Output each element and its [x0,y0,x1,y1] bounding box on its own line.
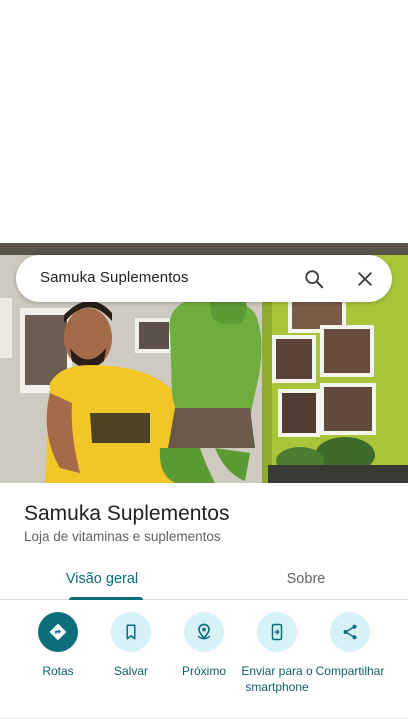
place-category: Loja de vitaminas e suplementos [24,529,221,544]
send-to-phone-label: Enviar para o smartphone [241,664,313,694]
nearby-button[interactable]: Próximo [164,612,244,679]
tab-overview[interactable]: Visão geral [0,558,204,600]
save-label: Salvar [113,664,148,678]
close-icon[interactable] [351,265,379,293]
nearby-icon [184,612,224,652]
directions-label: Rotas [42,664,74,678]
share-button[interactable]: Compartilhar [310,612,390,679]
share-label: Compartilhar [315,664,385,678]
search-icon[interactable] [300,265,328,293]
active-tab-indicator [69,597,143,600]
search-input[interactable]: Samuka Suplementos [40,269,189,286]
divider [0,718,408,719]
directions-icon [38,612,78,652]
send-to-phone-icon [257,612,297,652]
bookmark-icon [111,612,151,652]
tab-about[interactable]: Sobre [204,558,408,600]
share-icon [330,612,370,652]
action-bar: Rotas Salvar Próximo Enviar para o smart… [0,612,408,712]
nearby-label: Próximo [181,664,226,678]
search-bar[interactable]: Samuka Suplementos [16,255,392,302]
save-button[interactable]: Salvar [91,612,171,679]
send-to-phone-button[interactable]: Enviar para o smartphone [237,612,317,695]
place-tabs: Visão geral Sobre [0,558,408,600]
place-title: Samuka Suplementos [24,502,230,525]
directions-button[interactable]: Rotas [18,612,98,679]
